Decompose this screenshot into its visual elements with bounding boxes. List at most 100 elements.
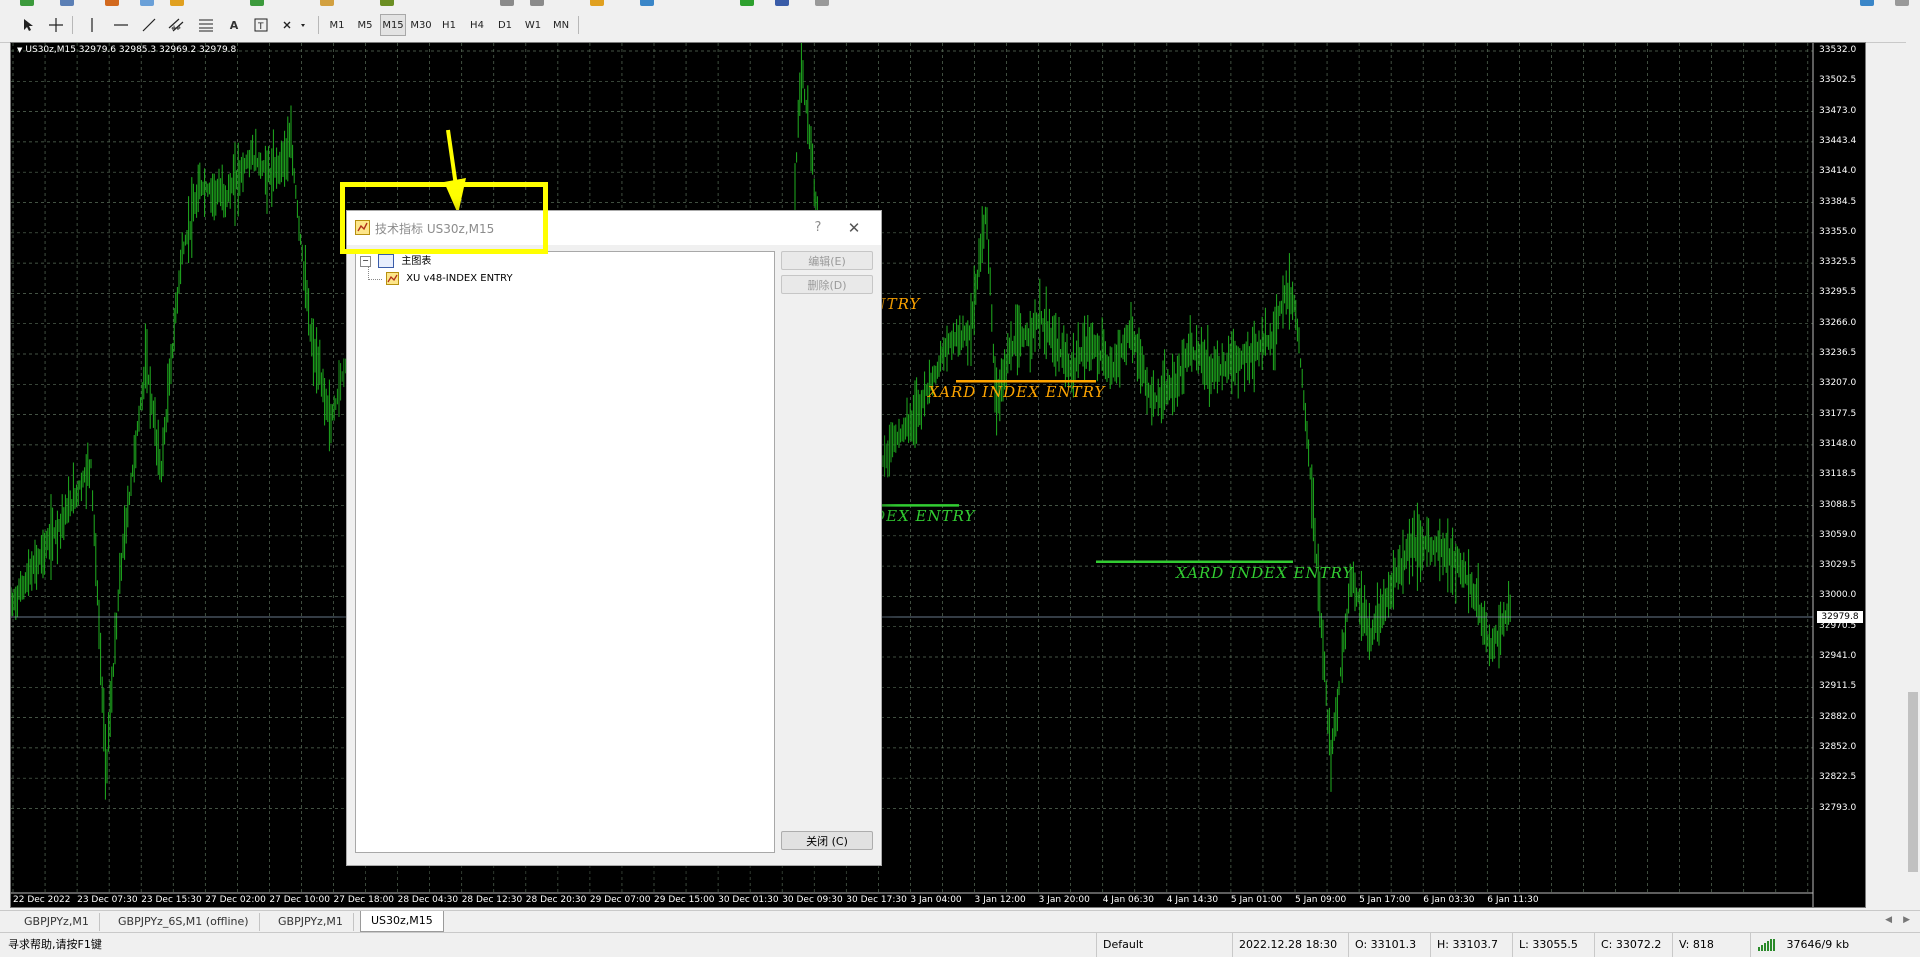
price-label: 32911.5 <box>1819 681 1857 692</box>
time-label: 4 Jan 14:30 <box>1166 895 1219 905</box>
timeframe-m15[interactable]: M15 <box>380 14 406 36</box>
timeframe-h4[interactable]: H4 <box>464 14 490 36</box>
time-label: 30 Dec 17:30 <box>846 895 907 905</box>
chart-window-icon <box>378 254 395 268</box>
tab-scroll-right-icon[interactable]: ▶ <box>1903 915 1910 925</box>
status-profile[interactable]: Default <box>1096 933 1233 957</box>
market-watch-icon[interactable] <box>105 0 119 6</box>
price-label: 33502.5 <box>1819 75 1857 86</box>
new-order-icon[interactable] <box>20 0 34 6</box>
chart-tabs: GBPJPYz,M1 GBPJPYz_6S,M1 (offline) GBPJP… <box>0 910 1920 933</box>
price-label: 33532.0 <box>1819 45 1857 55</box>
close-button[interactable]: 关闭 (C) <box>781 831 873 850</box>
collapse-icon[interactable]: − <box>360 255 371 267</box>
search-icon[interactable] <box>590 0 604 6</box>
timeframe-w1[interactable]: W1 <box>520 14 546 36</box>
time-label: 27 Dec 18:00 <box>333 895 395 905</box>
terminal-icon[interactable] <box>170 0 184 6</box>
chart-header-text: US30z,M15 32979.6 32985.3 32969.2 32979.… <box>25 45 237 55</box>
price-label: 33295.5 <box>1819 287 1857 298</box>
screenshot-icon[interactable] <box>815 0 829 6</box>
time-label: 27 Dec 10:00 <box>269 895 330 905</box>
status-volume: V: 818 <box>1672 933 1753 957</box>
price-chart[interactable]: ▼ US30z,M15 32979.6 32985.3 32969.2 32979… <box>10 42 1866 908</box>
time-label: 5 Jan 17:00 <box>1359 895 1411 905</box>
help-button[interactable]: ? <box>807 217 829 239</box>
navigator-icon[interactable] <box>140 0 154 6</box>
annotation-highlight-box <box>340 182 548 254</box>
price-label: 32882.0 <box>1819 711 1857 722</box>
timeframe-mn[interactable]: MN <box>548 14 574 36</box>
price-label: 33000.0 <box>1819 590 1857 601</box>
price-label: 33266.0 <box>1819 317 1857 328</box>
chart-canvas <box>11 43 1814 907</box>
timeframe-m30[interactable]: M30 <box>408 14 434 36</box>
status-low: L: 33055.5 <box>1512 933 1597 957</box>
tree-connector <box>368 266 370 280</box>
timeframe-m1[interactable]: M1 <box>324 14 350 36</box>
tree-item-label: XU v48-INDEX ENTRY <box>406 273 513 284</box>
zoom-out-icon[interactable] <box>530 0 544 6</box>
zoom-in-icon[interactable] <box>500 0 514 6</box>
time-label: 29 Dec 07:00 <box>589 895 651 905</box>
tab-scroll-left-icon[interactable]: ◀ <box>1885 915 1892 925</box>
tab-gbpjpy-m1[interactable]: GBPJPYz,M1 <box>14 913 100 931</box>
equidistant-channel-icon[interactable]: ## <box>166 14 186 36</box>
scrollbar-thumb[interactable] <box>1908 692 1918 872</box>
text-icon[interactable]: A <box>226 14 242 36</box>
price-label: 33029.5 <box>1819 560 1857 571</box>
time-label: 3 Jan 04:00 <box>910 895 962 905</box>
svg-text:T: T <box>257 22 264 32</box>
profiles-icon[interactable] <box>60 0 74 6</box>
timeframe-h1[interactable]: H1 <box>436 14 462 36</box>
tree-root[interactable]: − 主图表 <box>360 254 431 270</box>
status-datetime: 2022.12.28 18:30 <box>1232 933 1349 957</box>
signal-icon[interactable] <box>1860 0 1874 6</box>
status-bar: 寻求帮助,请按F1键 Default 2022.12.28 18:30 O: 3… <box>0 932 1920 957</box>
horizontal-line-icon[interactable] <box>112 14 130 36</box>
time-label: 3 Jan 12:00 <box>974 895 1026 905</box>
time-label: 30 Dec 01:30 <box>718 895 779 905</box>
vertical-scrollbar[interactable] <box>1906 42 1920 908</box>
tree-item-indicator[interactable]: XU v48-INDEX ENTRY <box>386 271 513 287</box>
price-label: 33325.5 <box>1819 257 1857 268</box>
vertical-line-icon[interactable] <box>84 14 100 36</box>
new-order-2-icon[interactable] <box>250 0 264 6</box>
drawing-toolbar: ## A T M1 M5 M15 M30 H1 H4 D1 W1 MN <box>0 8 1920 43</box>
tree-connector-h <box>368 279 382 281</box>
tab-us30-m15[interactable]: US30z,M15 <box>360 911 444 932</box>
tool-icon[interactable] <box>380 0 394 6</box>
time-label: 28 Dec 04:30 <box>397 895 459 905</box>
tile-icon[interactable] <box>640 0 654 6</box>
tab-gbpjpy-6s-offline[interactable]: GBPJPYz_6S,M1 (offline) <box>108 913 260 931</box>
entry-label[interactable]: XARD INDEX ENTRY <box>1176 564 1353 582</box>
status-help: 寻求帮助,请按F1键 <box>8 938 102 951</box>
crosshair-icon[interactable] <box>46 14 66 36</box>
custom-indicator-icon <box>386 271 399 285</box>
time-label: 3 Jan 20:00 <box>1038 895 1090 905</box>
entry-label[interactable]: XARD INDEX ENTRY <box>928 383 1105 401</box>
time-label: 29 Dec 15:00 <box>654 895 715 905</box>
cursor-icon[interactable] <box>18 14 38 36</box>
edit-button[interactable]: 编辑(E) <box>781 251 873 270</box>
autotrading-icon[interactable] <box>320 0 334 6</box>
arrows-dropdown-icon[interactable] <box>280 14 310 36</box>
tab-gbpjpy-m1-2[interactable]: GBPJPYz,M1 <box>268 913 354 931</box>
time-label: 28 Dec 12:30 <box>461 895 523 905</box>
indicator-tree[interactable]: − 主图表 XU v48-INDEX ENTRY <box>355 251 775 853</box>
add-icon[interactable] <box>740 0 754 6</box>
text-label-icon[interactable]: T <box>252 14 270 36</box>
fibonacci-icon[interactable] <box>196 14 216 36</box>
time-label: 30 Dec 09:30 <box>782 895 843 905</box>
timeframe-m5[interactable]: M5 <box>352 14 378 36</box>
trendline-icon[interactable] <box>140 14 158 36</box>
time-label: 27 Dec 02:00 <box>205 895 266 905</box>
status-traffic[interactable]: 37646/9 kb <box>1750 933 1920 957</box>
account-icon[interactable] <box>1895 0 1909 6</box>
price-label: 33355.0 <box>1819 226 1857 237</box>
price-label: 32852.0 <box>1819 741 1857 752</box>
timeframe-d1[interactable]: D1 <box>492 14 518 36</box>
close-icon[interactable]: ✕ <box>843 217 865 239</box>
clock-icon[interactable] <box>775 0 789 6</box>
delete-button[interactable]: 删除(D) <box>781 275 873 294</box>
